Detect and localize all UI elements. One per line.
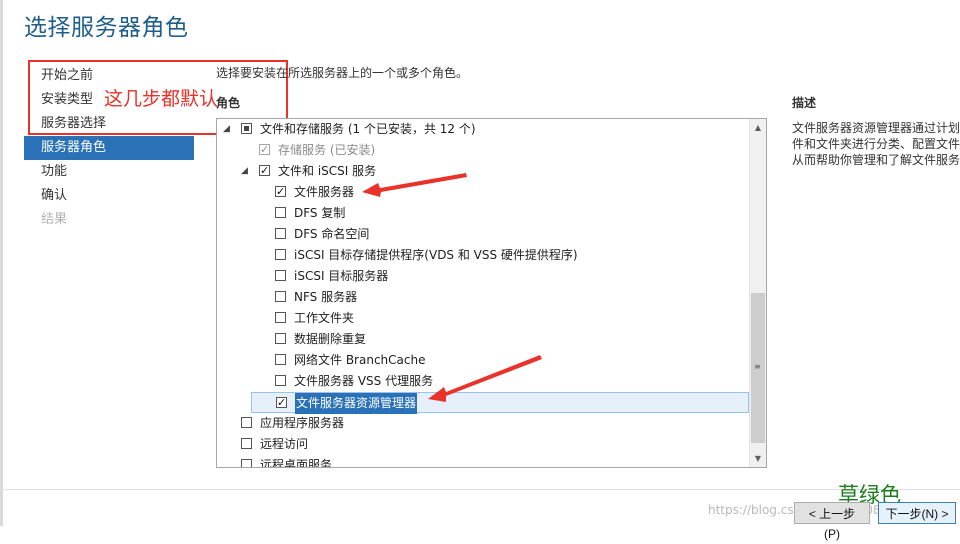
- nav-item[interactable]: 确认: [24, 184, 194, 208]
- nav-item: 结果: [41, 212, 68, 227]
- tree-row[interactable]: DFS 命名空间: [217, 224, 749, 245]
- tree-row-label: 文件和 iSCSI 服务: [278, 164, 377, 178]
- checkbox[interactable]: [241, 123, 252, 134]
- page-title: 选择服务器角色: [24, 15, 189, 41]
- roles-tree[interactable]: 远程桌面服务 远程访问 应用程序服务器 ✓ 文件服务器资源管理器 文件服务器 VSS 代理…: [216, 118, 767, 468]
- description-text: 文件服务器资源管理器通过计划 件和文件夹进行分类、配置文件 从而帮助你管理和了解…: [792, 120, 960, 168]
- tree-row-label: 存储服务 (已安装): [278, 143, 376, 157]
- next-button[interactable]: 下一步(N) >: [878, 502, 956, 524]
- up-arrow-icon[interactable]: ▲: [750, 119, 766, 136]
- description-line: 件和文件夹进行分类、配置文件: [792, 137, 960, 151]
- description-line: 文件服务器资源管理器通过计划: [792, 121, 960, 135]
- nav-item[interactable]: 服务器角色: [24, 136, 194, 160]
- tree-row-label: DFS 复制: [294, 206, 346, 220]
- footer-divider: [0, 489, 960, 490]
- checkbox[interactable]: [241, 459, 252, 467]
- scrollbar-thumb[interactable]: ≡: [751, 293, 765, 443]
- expand-triangle-icon[interactable]: ◢: [241, 161, 248, 182]
- roles-header: 角色: [216, 96, 241, 110]
- tree-row[interactable]: 应用程序服务器: [217, 413, 749, 434]
- previous-button[interactable]: < 上一步(P): [794, 502, 870, 541]
- tree-row-label: iSCSI 目标存储提供程序(VDS 和 VSS 硬件提供程序): [294, 248, 578, 262]
- check-icon[interactable]: ✓: [275, 186, 286, 197]
- tree-scrollbar[interactable]: ▲ ≡ ▼: [749, 119, 766, 467]
- checkbox[interactable]: [275, 270, 286, 281]
- tree-row[interactable]: 远程桌面服务: [217, 455, 749, 468]
- tree-row-label: 远程桌面服务: [260, 458, 333, 468]
- check-icon[interactable]: ✓: [259, 165, 270, 176]
- tree-row-label: 网络文件 BranchCache: [294, 353, 426, 367]
- description-line: 从而帮助你管理和了解文件服务: [792, 153, 960, 167]
- checkbox[interactable]: [275, 375, 286, 386]
- description-header: 描述: [792, 96, 817, 110]
- tree-row[interactable]: ✓ 文件服务器: [217, 182, 749, 203]
- tree-row[interactable]: iSCSI 目标服务器: [217, 266, 749, 287]
- tree-row-label: 应用程序服务器: [260, 416, 345, 430]
- check-icon[interactable]: ✓: [276, 397, 287, 408]
- tree-row[interactable]: ◢ 文件和存储服务 (1 个已安装，共 12 个): [217, 119, 749, 140]
- nav-item[interactable]: 功能: [24, 160, 194, 184]
- tree-row[interactable]: NFS 服务器: [217, 287, 749, 308]
- checkbox[interactable]: [275, 312, 286, 323]
- tree-row-label: iSCSI 目标服务器: [294, 269, 389, 283]
- tree-row-label: DFS 命名空间: [294, 227, 370, 241]
- tree-row[interactable]: DFS 复制: [217, 203, 749, 224]
- tree-row-label: 文件服务器: [294, 185, 355, 199]
- tree-row[interactable]: 数据删除重复: [217, 329, 749, 350]
- checkbox[interactable]: [275, 249, 286, 260]
- window-border: [0, 0, 3, 526]
- tree-row[interactable]: ◢ ✓ 文件和 iSCSI 服务: [217, 161, 749, 182]
- annotation-text: 这几步都默认: [104, 88, 219, 110]
- checkbox[interactable]: [275, 228, 286, 239]
- expand-triangle-icon[interactable]: ◢: [223, 119, 230, 140]
- tree-row[interactable]: 远程访问: [217, 434, 749, 455]
- tree-row[interactable]: ✓ 文件服务器资源管理器: [251, 392, 749, 414]
- tree-row-label: 数据删除重复: [294, 332, 367, 346]
- down-arrow-icon[interactable]: ▼: [750, 450, 766, 467]
- tree-row-label: NFS 服务器: [294, 290, 358, 304]
- tree-row[interactable]: ✓ 存储服务 (已安装): [217, 140, 749, 161]
- tree-row[interactable]: iSCSI 目标存储提供程序(VDS 和 VSS 硬件提供程序): [217, 245, 749, 266]
- wizard-window: 选择服务器角色 开始之前 安装类型 服务器选择 服务器角色 功能 确认 结果 这几步都默认 …: [0, 0, 960, 541]
- tree-row[interactable]: 网络文件 BranchCache: [217, 350, 749, 371]
- tree-row-label: 工作文件夹: [294, 311, 355, 325]
- checkbox[interactable]: [275, 207, 286, 218]
- checkbox[interactable]: [241, 438, 252, 449]
- tree-row-label: 远程访问: [260, 437, 309, 451]
- checkbox[interactable]: [275, 333, 286, 344]
- checkbox[interactable]: [275, 354, 286, 365]
- check-icon: ✓: [259, 143, 270, 156]
- checkbox[interactable]: [241, 417, 252, 428]
- checkbox[interactable]: [275, 291, 286, 302]
- tree-row-label: 文件服务器 VSS 代理服务: [294, 374, 434, 388]
- grip-icon: ≡: [754, 362, 761, 371]
- tree-row[interactable]: 文件服务器 VSS 代理服务: [217, 371, 749, 392]
- instruction-text: 选择要安装在所选服务器上的一个或多个角色。: [216, 66, 469, 80]
- tree-row-label: 文件和存储服务 (1 个已安装，共 12 个): [260, 122, 476, 136]
- tree-row-label: 文件服务器资源管理器: [295, 393, 418, 414]
- tree-row[interactable]: 工作文件夹: [217, 308, 749, 329]
